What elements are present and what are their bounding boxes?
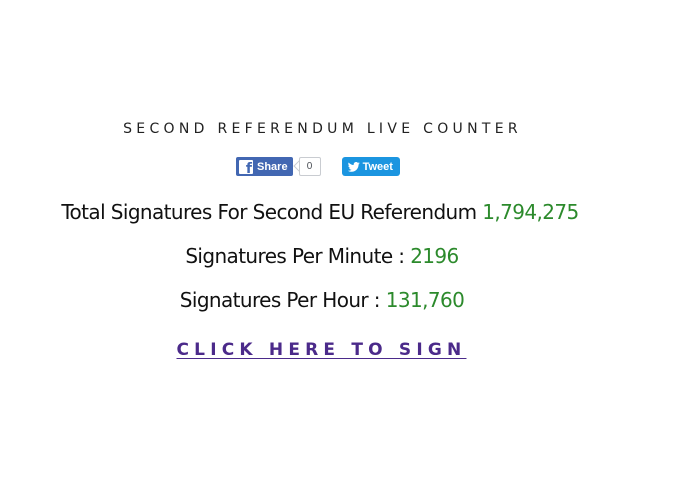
tweet-label: Tweet <box>362 160 393 173</box>
signatures-per-hour-label: Signatures Per Hour : <box>179 288 381 312</box>
facebook-share-count: 0 <box>298 157 321 176</box>
sign-link-container: CLICK HERE TO SIGN <box>0 340 643 360</box>
tweet-button[interactable]: Tweet <box>341 157 400 176</box>
click-here-to-sign-link[interactable]: CLICK HERE TO SIGN <box>177 340 467 360</box>
signatures-per-minute-label: Signatures Per Minute : <box>185 244 405 268</box>
facebook-icon: f <box>239 159 253 174</box>
signatures-per-hour-value: 131,760 <box>385 288 465 312</box>
signatures-per-minute-value: 2196 <box>410 244 459 268</box>
facebook-share-button[interactable]: f Share <box>236 157 293 176</box>
signatures-per-hour-line: Signatures Per Hour : 131,760 <box>2 288 642 312</box>
total-signatures-value: 1,794,275 <box>482 200 579 224</box>
facebook-share-count-bubble: 0 <box>292 157 321 176</box>
social-share-bar: f Share 0 Tweet <box>236 156 400 177</box>
twitter-bird-icon <box>347 161 360 172</box>
signatures-per-minute-line: Signatures Per Minute : 2196 <box>2 244 642 268</box>
page-title: SECOND REFERENDUM LIVE COUNTER <box>123 121 522 138</box>
total-signatures-line: Total Signatures For Second EU Referendu… <box>0 200 640 224</box>
facebook-share-label: Share <box>257 160 288 173</box>
facebook-icon-glyph: f <box>245 160 252 174</box>
total-signatures-label: Total Signatures For Second EU Referendu… <box>61 200 477 224</box>
page: SECOND REFERENDUM LIVE COUNTER f Share 0… <box>0 0 680 490</box>
